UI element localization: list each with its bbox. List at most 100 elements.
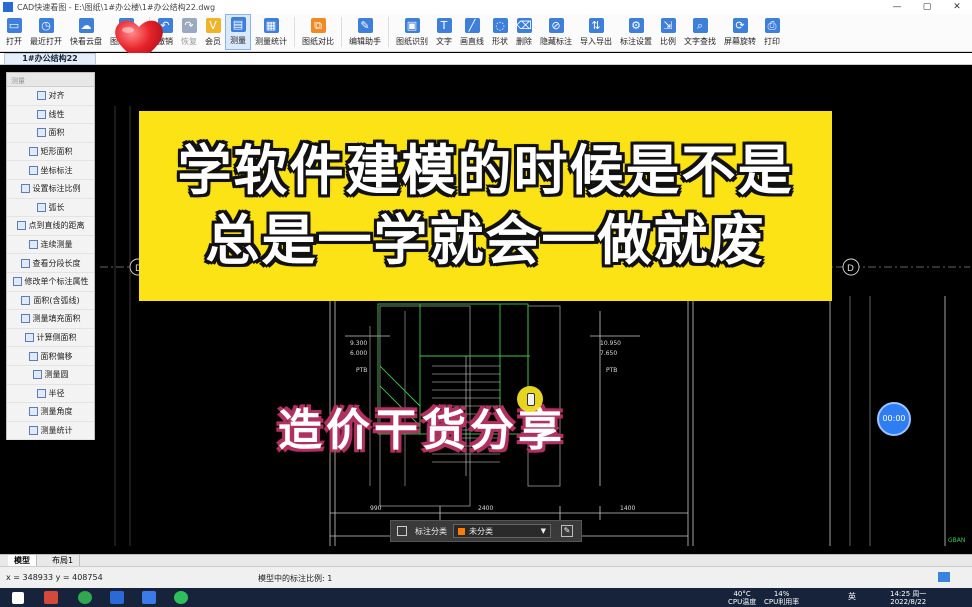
toolbar-label: 形状 — [492, 37, 508, 46]
mouse-cursor-icon — [517, 386, 543, 412]
measure-tool-item[interactable]: 矩形面积 — [7, 143, 94, 162]
measure-tool-label: 点到直线的距离 — [28, 221, 85, 231]
toolbar-button-rotate[interactable]: ⟳ 屏幕旋转 — [720, 14, 760, 50]
minimize-button[interactable]: — — [882, 0, 912, 14]
taskbar-cad-icon[interactable] — [110, 591, 124, 604]
measure-tool-icon — [36, 388, 46, 398]
measure-tool-icon — [20, 184, 30, 194]
category-select[interactable]: 未分类 ▼ — [453, 524, 551, 538]
measure-tool-item[interactable]: 弧长 — [7, 199, 94, 218]
status-bar: x = 348933 y = 408754 模型中的标注比例: 1 — [0, 566, 972, 588]
toolbar-button-annotation-settings[interactable]: ⚙ 标注设置 — [616, 14, 656, 50]
measure-tool-item[interactable]: 对齐 — [7, 87, 94, 106]
cpu-usage-value: 14% — [773, 590, 790, 598]
toolbar-button-clock[interactable]: ◷ 最近打开 — [26, 14, 66, 50]
edit-icon[interactable]: ✎ — [561, 525, 573, 537]
screen-icon[interactable] — [938, 572, 950, 582]
axis-bubble-right: D — [847, 264, 854, 274]
title-bar: CAD快速看图 - E:\图纸\1#办公楼\1#办公结构22.dwg — ▢ ✕ — [0, 0, 972, 14]
eye-off-icon: ⊘ — [548, 18, 564, 33]
taskbar-app2-icon[interactable] — [142, 591, 156, 604]
measure-tool-item[interactable]: 设置标注比例 — [7, 180, 94, 199]
taskbar-wechat-icon[interactable] — [174, 591, 188, 604]
measure-tool-item[interactable]: 修改单个标注属性 — [7, 273, 94, 292]
grid-icon[interactable] — [397, 526, 407, 536]
taskbar-browser-icon[interactable] — [78, 591, 92, 604]
toolbar-button-eraser[interactable]: ⌫ 删除 — [512, 14, 536, 50]
windows-taskbar: 40°C CPU温度 14% CPU利用率 英 14:25 周一 2022/8/… — [0, 588, 972, 607]
measure-tool-item[interactable]: 坐标标注 — [7, 161, 94, 180]
toolbar-button-stats[interactable]: ▦ 测量统计 — [251, 14, 291, 50]
measure-tool-item[interactable]: 连续测量 — [7, 236, 94, 255]
document-tab[interactable]: 1#办公结构22 — [4, 53, 96, 65]
toolbar-button-folder[interactable]: ▭ 打开 — [2, 14, 26, 50]
app-window: { "window": { "title": "CAD快速看图 - E:\\图纸… — [0, 0, 972, 607]
measure-tool-icon — [20, 258, 30, 268]
measure-tool-item[interactable]: 测量角度 — [7, 403, 94, 422]
elevation-left-2: 6.000 — [350, 350, 367, 357]
line-icon: ╱ — [464, 18, 480, 33]
windows-start-icon[interactable] — [12, 592, 24, 604]
measure-tool-item[interactable]: 面积 — [7, 124, 94, 143]
eraser-icon: ⌫ — [516, 18, 532, 33]
measure-panel-list: 对齐 线性面积矩形面积 坐标标注 设置标注比例 弧长点到直线的距离 连续测量查看分段长度修… — [7, 87, 94, 441]
toolbar-label: 打开 — [6, 37, 22, 46]
measure-tool-item[interactable]: 计算侧面积 — [7, 329, 94, 348]
measure-tool-item[interactable]: 面积(含弧线) — [7, 292, 94, 311]
toolbar-button-ruler[interactable]: ▤ 测量 — [225, 14, 251, 50]
toolbar-label: 测量 — [230, 36, 246, 45]
clock-icon: ◷ — [38, 18, 54, 33]
clock[interactable]: 14:25 周一 2022/8/22 — [890, 590, 926, 606]
measure-tool-item[interactable]: 半径 — [7, 385, 94, 404]
toolbar-button-scale[interactable]: ⇲ 比例 — [656, 14, 680, 50]
measure-tool-label: 面积 — [48, 128, 65, 138]
measure-tool-item[interactable]: 测量填充面积 — [7, 310, 94, 329]
measure-tool-icon — [28, 165, 38, 175]
toolbar-separator — [294, 17, 295, 47]
measure-tool-item[interactable]: 测量统计 — [7, 422, 94, 441]
measure-tool-icon — [24, 333, 34, 343]
toolbar-label: 文字 — [436, 37, 452, 46]
close-button[interactable]: ✕ — [942, 0, 972, 14]
measure-tool-label: 查看分段长度 — [32, 258, 81, 268]
toolbar-label: 屏幕旋转 — [724, 37, 756, 46]
toolbar-button-cloud[interactable]: ☁ 快看云盘 — [66, 14, 106, 50]
toolbar-label: 比例 — [660, 37, 676, 46]
taskbar-app-icon[interactable] — [44, 591, 58, 604]
toolbar-button-print[interactable]: ⎙ 打印 — [760, 14, 784, 50]
toolbar-button-eye-off[interactable]: ⊘ 隐藏标注 — [536, 14, 576, 50]
window-title: CAD快速看图 - E:\图纸\1#办公楼\1#办公结构22.dwg — [17, 2, 216, 12]
measure-tool-item[interactable]: 测量圆 — [7, 366, 94, 385]
toolbar-button-line[interactable]: ╱ 画直线 — [456, 14, 488, 50]
record-timer-button[interactable]: 00:00 — [877, 402, 911, 436]
measure-tool-item[interactable]: 线性 — [7, 106, 94, 125]
toolbar-button-find-text[interactable]: ⌕ 文字查找 — [680, 14, 720, 50]
compare-icon: ⧉ — [310, 18, 326, 33]
text-icon: T — [436, 18, 452, 33]
toolbar-button-compare[interactable]: ⧉ 图纸对比 — [298, 14, 338, 50]
toolbar-label: 图纸对比 — [302, 37, 334, 46]
toolbar-button-vip[interactable]: V 会员 — [201, 14, 225, 50]
toolbar-button-edit-helper[interactable]: ✎ 编辑助手 — [345, 14, 385, 50]
measure-tool-item[interactable]: 点到直线的距离 — [7, 217, 94, 236]
measure-tool-label: 测量角度 — [40, 407, 73, 417]
toolbar-button-redo[interactable]: ↷ 恢复 — [177, 14, 201, 50]
toolbar-button-recognize[interactable]: ▣ 图纸识别 — [392, 14, 432, 50]
clock-time: 14:25 周一 — [890, 590, 927, 598]
measure-tool-label: 测量统计 — [40, 425, 73, 435]
toolbar-label: 编辑助手 — [349, 37, 381, 46]
measure-tool-item[interactable]: 查看分段长度 — [7, 254, 94, 273]
measure-panel: 测量 对齐 线性 面积 矩形面积 坐标标注 设置标注比例 弧长 点到直线的距离 连续测量 查看分段… — [6, 72, 95, 441]
caption-line-1: 学软件建模的时候是不是 — [177, 139, 794, 202]
toolbar-button-import-export[interactable]: ⇅ 导入导出 — [576, 14, 616, 50]
toolbar-separator — [341, 17, 342, 47]
input-language[interactable]: 英 — [848, 593, 856, 601]
measure-tool-item[interactable]: 面积偏移 — [7, 347, 94, 366]
measure-tool-label: 连续测量 — [40, 240, 73, 250]
toolbar-label: 画直线 — [460, 37, 484, 46]
elevation-left: 9.300 — [350, 340, 367, 347]
toolbar-button-text[interactable]: T 文字 — [432, 14, 456, 50]
toolbar-button-shape[interactable]: ◌ 形状 — [488, 14, 512, 50]
measure-tool-icon — [21, 295, 31, 305]
maximize-button[interactable]: ▢ — [912, 0, 942, 14]
